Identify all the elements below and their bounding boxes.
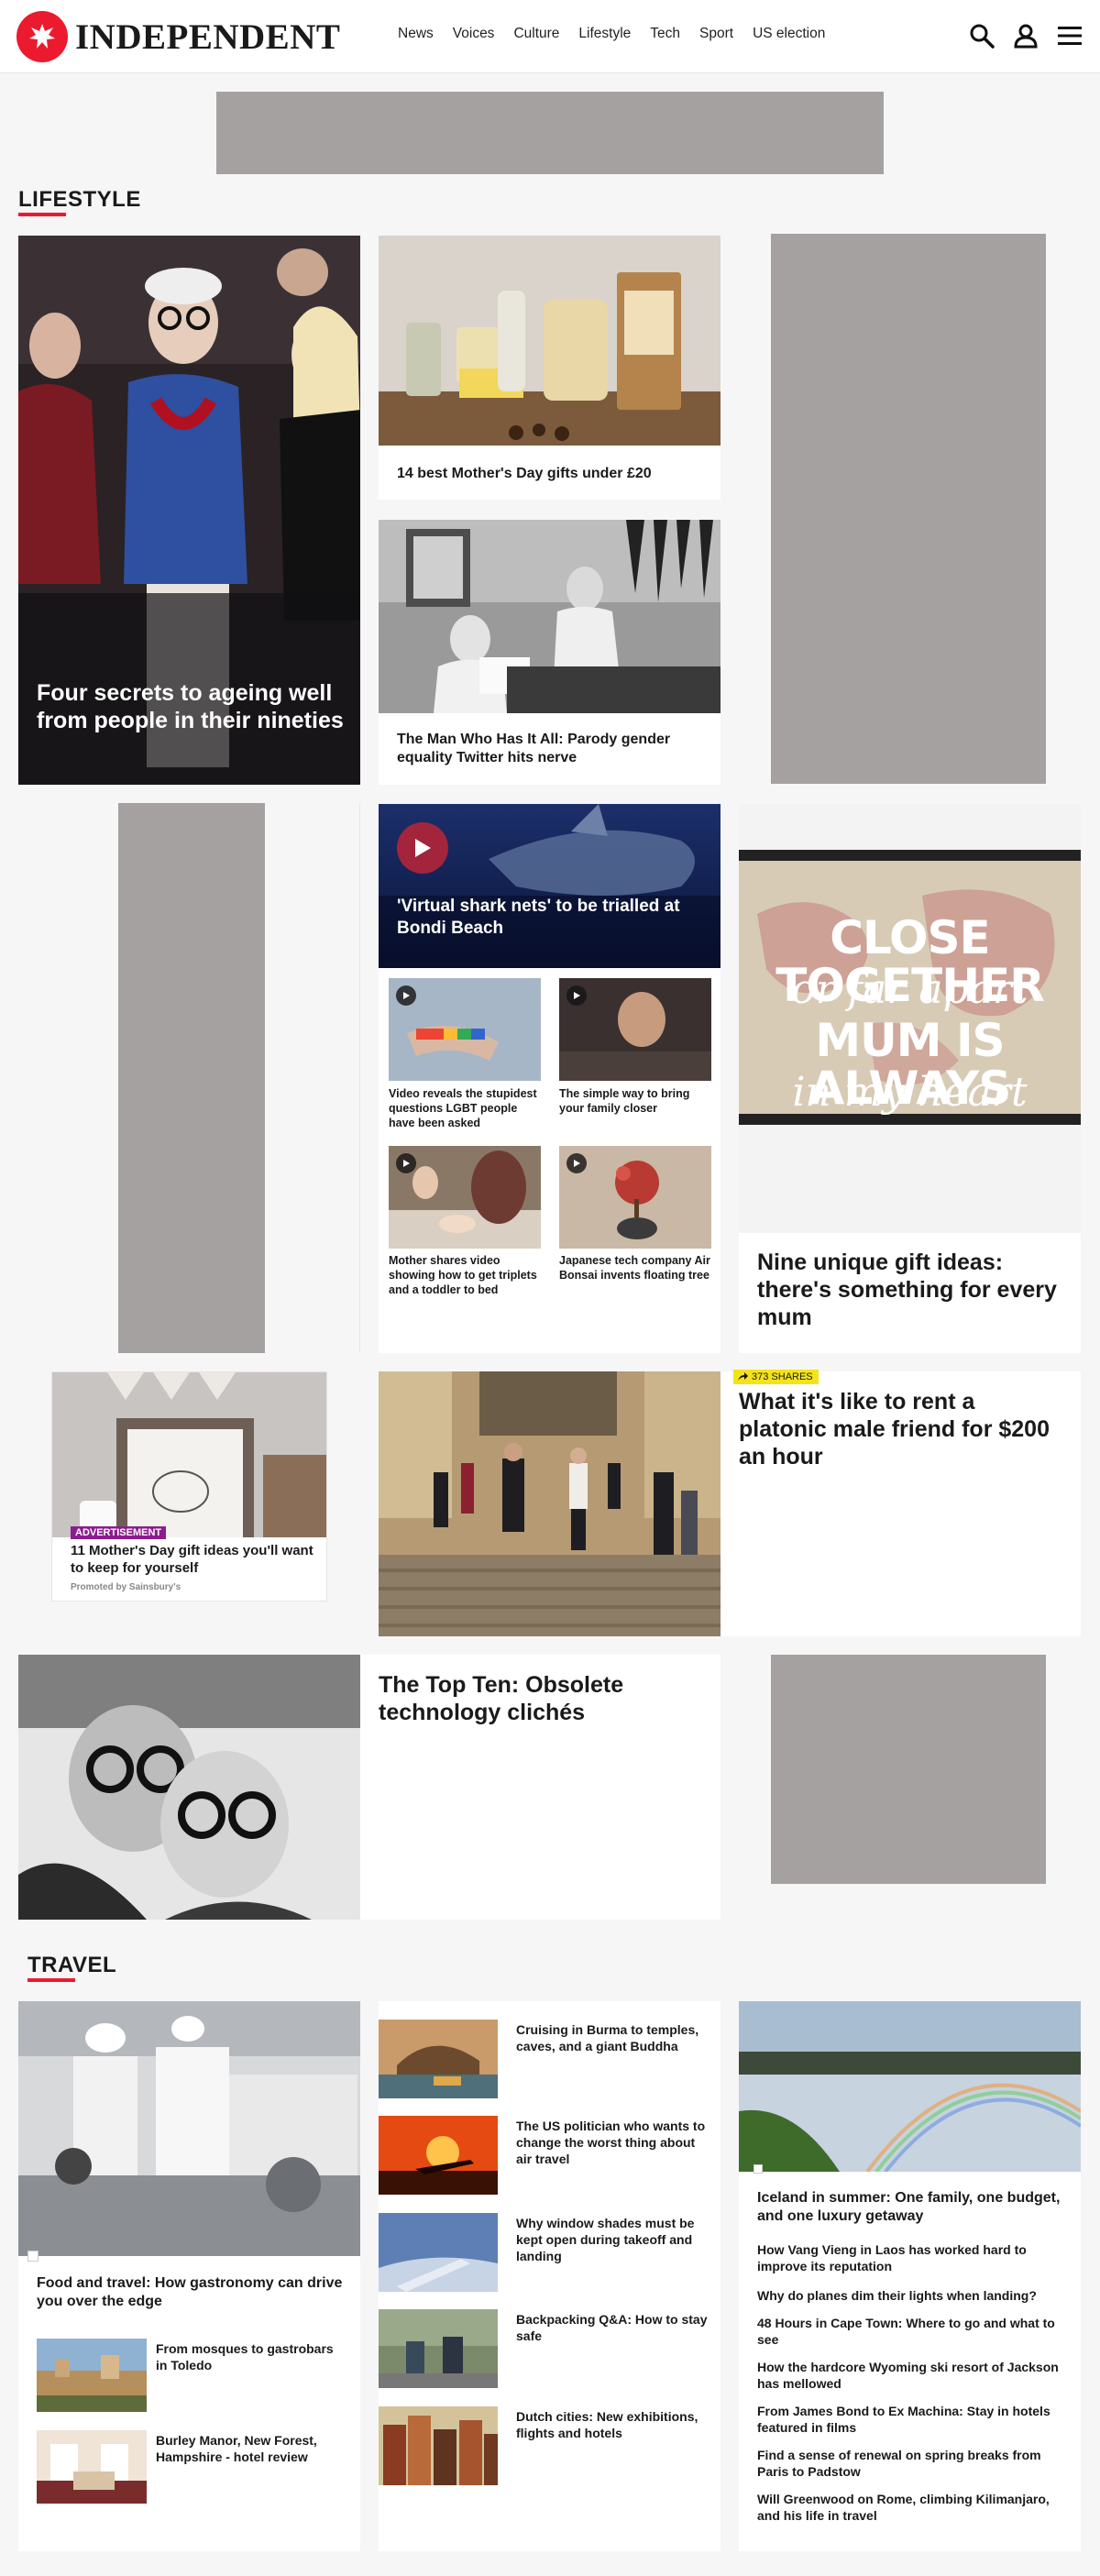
bw-portrait-image <box>18 1655 360 1920</box>
side-ad-slot[interactable] <box>771 234 1046 784</box>
section-title-travel[interactable]: TRAVEL <box>28 1953 116 1982</box>
top-ad-slot[interactable] <box>216 92 884 174</box>
divider <box>359 803 360 1353</box>
nav-tech[interactable]: Tech <box>650 26 680 42</box>
nav-culture[interactable]: Culture <box>513 26 559 42</box>
gift-ideas-card[interactable]: CLOSE TOGETHER or far apart MUM IS ALWAY… <box>739 804 1081 1353</box>
nav-lifestyle[interactable]: Lifestyle <box>578 26 631 42</box>
play-icon[interactable] <box>566 985 587 1006</box>
nav-us-election[interactable]: US election <box>753 26 825 42</box>
travel-list-item[interactable]: The US politician who wants to change th… <box>516 2118 711 2167</box>
travel-list-item[interactable]: 48 Hours in Cape Town: Where to go and w… <box>757 2315 1064 2348</box>
video-title[interactable]: The simple way to bring your family clos… <box>559 1086 711 1116</box>
travel-list-item[interactable]: From James Bond to Ex Machina: Stay in h… <box>757 2403 1064 2436</box>
skyscraper-ad-slot[interactable] <box>118 803 265 1353</box>
nav-news[interactable]: News <box>398 26 434 42</box>
travel-list-item[interactable]: Find a sense of renewal on spring breaks… <box>757 2447 1064 2480</box>
travel-feature-title[interactable]: Food and travel: How gastronomy can driv… <box>37 2274 348 2311</box>
card-title[interactable]: The Top Ten: Obsolete technology clichés <box>379 1671 690 1726</box>
account-icon[interactable] <box>1012 22 1040 50</box>
travel-list-item[interactable]: Will Greenwood on Rome, climbing Kiliman… <box>757 2491 1064 2524</box>
promoted-by-label: Promoted by Sainsbury's <box>71 1582 182 1592</box>
window-view-thumb[interactable] <box>379 2213 498 2292</box>
parody-twitter-card[interactable]: The Man Who Has It All: Parody gender eq… <box>379 520 720 785</box>
vintage-photo-image <box>379 520 720 713</box>
hotel-room-thumb[interactable] <box>37 2430 147 2504</box>
header-actions <box>968 22 1084 50</box>
waterfall-rainbow-image[interactable] <box>739 2001 1081 2172</box>
travel-list-item[interactable]: From mosques to gastrobars in Toledo <box>156 2340 348 2373</box>
card-title[interactable]: What it's like to rent a platonic male f… <box>739 1388 1069 1470</box>
iceland-module: Iceland in summer: One family, one budge… <box>739 2001 1081 2551</box>
crowd-stairs-image <box>379 1371 720 1636</box>
shares-count: 373 SHARES <box>752 1371 813 1382</box>
section-title-lifestyle[interactable]: LIFESTYLE <box>18 187 141 216</box>
sunset-plane-thumb[interactable] <box>379 2116 498 2195</box>
video-title[interactable]: Video reveals the stupidest questions LG… <box>389 1086 541 1130</box>
travel-list-item[interactable]: How Vang Vieng in Laos has worked hard t… <box>757 2241 1064 2274</box>
backpackers-thumb[interactable] <box>379 2309 498 2388</box>
nav-voices[interactable]: Voices <box>453 26 495 42</box>
travel-feature-card: Food and travel: How gastronomy can driv… <box>18 2001 360 2551</box>
video-title[interactable]: Mother shares video showing how to get t… <box>389 1253 541 1297</box>
play-icon[interactable] <box>396 985 416 1006</box>
search-icon[interactable] <box>968 22 996 50</box>
feature-title[interactable]: Four secrets to ageing well from people … <box>37 679 348 734</box>
menu-icon[interactable] <box>1056 22 1084 50</box>
video-title[interactable]: Japanese tech company Air Bonsai invents… <box>559 1253 711 1282</box>
sponsored-title[interactable]: 11 Mother's Day gift ideas you'll want t… <box>71 1542 314 1577</box>
card-title[interactable]: The Man Who Has It All: Parody gender eq… <box>397 731 709 767</box>
travel-list-item[interactable]: Backpacking Q&A: How to stay safe <box>516 2311 711 2344</box>
platonic-friend-card[interactable]: 373 SHARES What it's like to rent a plat… <box>379 1370 1081 1636</box>
travel-list-item[interactable]: Burley Manor, New Forest, Hampshire - ho… <box>156 2432 348 2465</box>
sponsored-card[interactable]: ADVERTISEMENT 11 Mother's Day gift ideas… <box>51 1371 327 1602</box>
advertisement-badge: ADVERTISEMENT <box>71 1526 167 1539</box>
share-icon <box>738 1372 748 1381</box>
toledo-thumb[interactable] <box>37 2339 147 2412</box>
video-module: 'Virtual shark nets' to be trialled at B… <box>379 804 720 1353</box>
logo[interactable]: INDEPENDENT <box>16 11 340 62</box>
card-title[interactable]: 14 best Mother's Day gifts under £20 <box>397 465 709 483</box>
mpu-ad-slot[interactable] <box>771 1655 1046 1884</box>
nursery-frame-image <box>52 1372 326 1537</box>
main-nav: News Voices Culture Lifestyle Tech Sport… <box>398 26 844 42</box>
chefs-kitchen-image[interactable] <box>18 2001 360 2256</box>
gift-card-mothers-day[interactable]: 14 best Mother's Day gifts under £20 <box>379 236 720 500</box>
travel-list-item[interactable]: Why do planes dim their lights when land… <box>757 2287 1064 2304</box>
print-line: or far apart <box>791 966 1028 1013</box>
image-marker <box>754 2164 763 2174</box>
travel-list-module: Cruising in Burma to temples, caves, and… <box>379 2001 720 2551</box>
print-line: in my heart <box>792 1069 1028 1116</box>
site-header: INDEPENDENT News Voices Culture Lifestyl… <box>0 0 1100 73</box>
gifts-image <box>379 236 720 446</box>
image-marker <box>28 2251 38 2262</box>
shares-badge: 373 SHARES <box>733 1370 819 1384</box>
card-title[interactable]: Nine unique gift ideas: there's somethin… <box>757 1249 1069 1331</box>
play-icon[interactable] <box>396 1153 416 1173</box>
travel-list-item[interactable]: How the hardcore Wyoming ski resort of J… <box>757 2359 1064 2392</box>
nav-sport[interactable]: Sport <box>699 26 733 42</box>
iceland-title[interactable]: Iceland in summer: One family, one budge… <box>757 2189 1069 2226</box>
top-ten-card[interactable]: The Top Ten: Obsolete technology clichés <box>18 1655 720 1920</box>
travel-list-item[interactable]: Why window shades must be kept open duri… <box>516 2215 711 2264</box>
burma-thumb[interactable] <box>379 2020 498 2098</box>
travel-list-item[interactable]: Dutch cities: New exhibitions, flights a… <box>516 2408 711 2441</box>
eagle-icon <box>16 11 68 62</box>
play-icon[interactable] <box>397 822 448 874</box>
travel-list-item[interactable]: Cruising in Burma to temples, caves, and… <box>516 2021 711 2054</box>
logo-text: INDEPENDENT <box>75 17 341 57</box>
video-main-title[interactable]: 'Virtual shark nets' to be trialled at B… <box>397 896 709 940</box>
lifestyle-feature-card[interactable]: Four secrets to ageing well from people … <box>18 236 360 785</box>
play-icon[interactable] <box>566 1153 587 1173</box>
dutch-houses-thumb[interactable] <box>379 2406 498 2485</box>
